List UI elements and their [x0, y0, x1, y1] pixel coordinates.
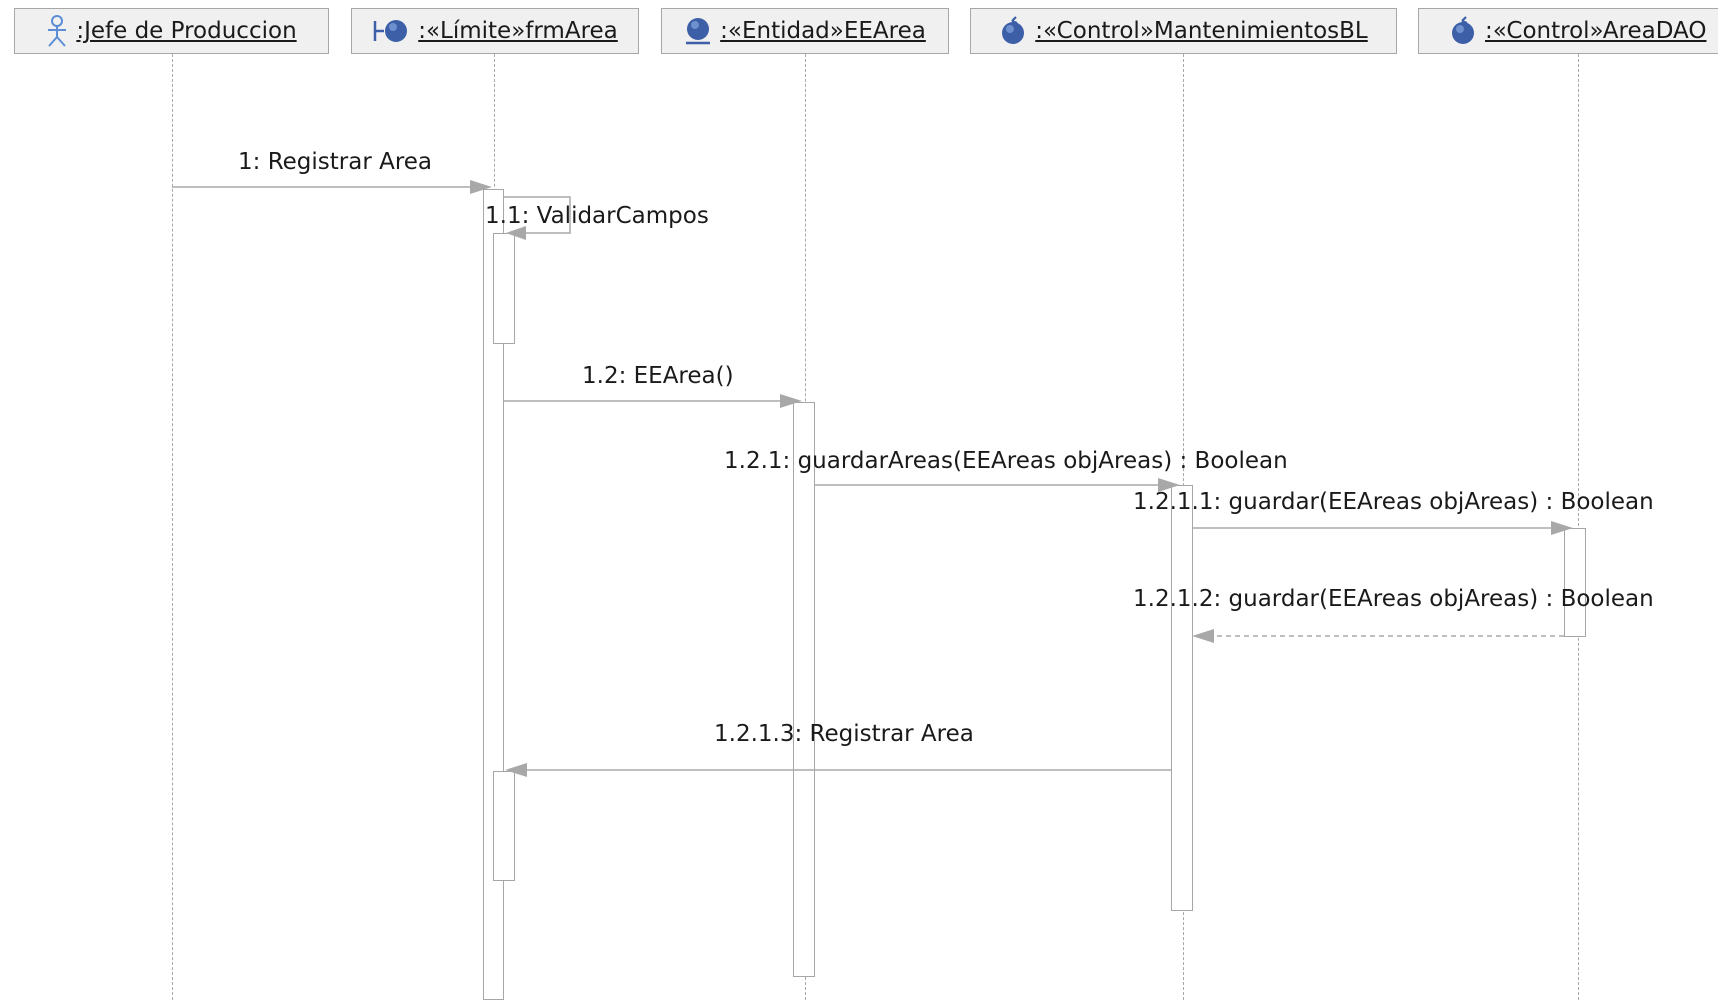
message-label-1-2-1-2: 1.2.1.2: guardar(EEAreas objAreas) : Boo…: [1133, 586, 1654, 612]
arrowhead: [1192, 629, 1214, 643]
message-label-1-2-1-3: 1.2.1.3: Registrar Area: [714, 721, 974, 747]
message-label-1-1: 1.1: ValidarCampos: [485, 203, 709, 229]
message-label-1-2-1-1: 1.2.1.1: guardar(EEAreas objAreas) : Boo…: [1133, 489, 1654, 515]
arrowhead: [1551, 521, 1573, 535]
message-label-1-2: 1.2: EEArea(): [582, 363, 734, 389]
message-label-1: 1: Registrar Area: [238, 149, 433, 175]
arrowhead: [505, 763, 527, 777]
arrowhead: [470, 180, 492, 194]
arrowhead: [780, 394, 802, 408]
message-label-1-2-1: 1.2.1: guardarAreas(EEAreas objAreas) : …: [724, 448, 1288, 474]
